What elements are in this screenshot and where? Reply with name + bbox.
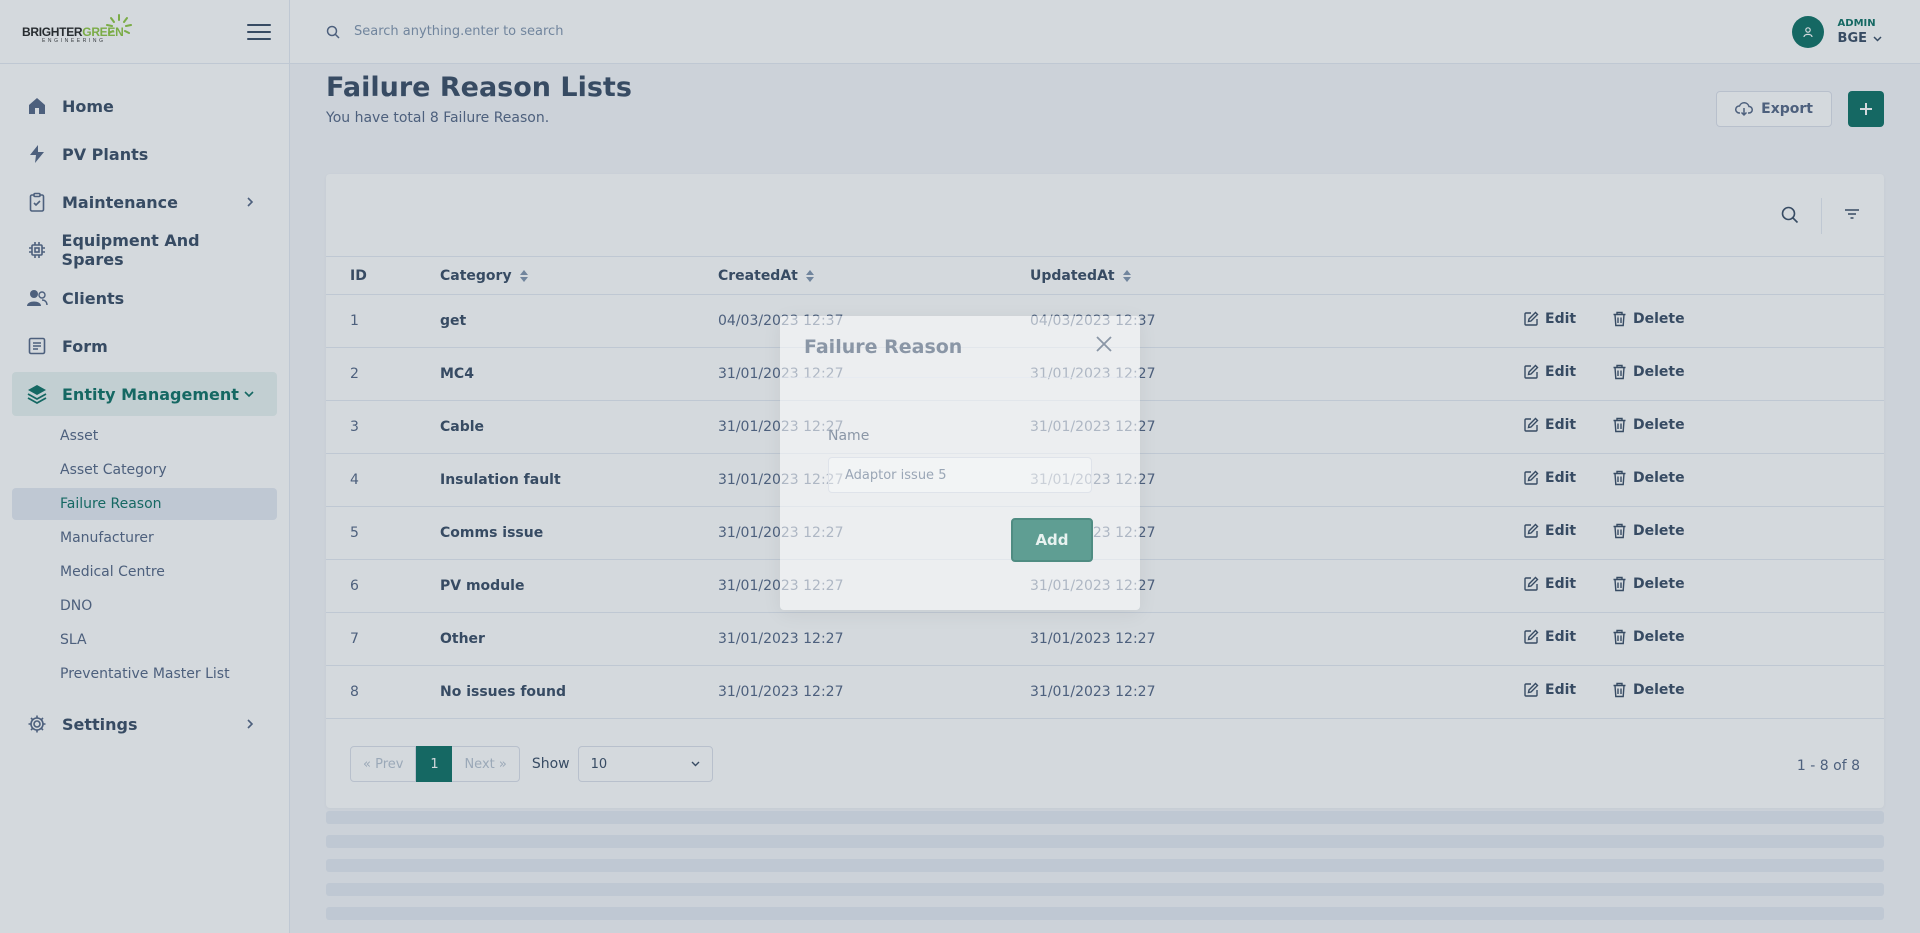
modal-title: Failure Reason	[804, 336, 963, 358]
name-field-label: Name	[828, 428, 870, 444]
name-input[interactable]	[828, 457, 1092, 493]
close-icon[interactable]	[1094, 334, 1114, 354]
add-submit-button[interactable]: Add	[1011, 518, 1093, 562]
failure-reason-modal: Failure Reason Name Add	[780, 316, 1140, 610]
modal-header: Failure Reason	[780, 316, 1140, 378]
